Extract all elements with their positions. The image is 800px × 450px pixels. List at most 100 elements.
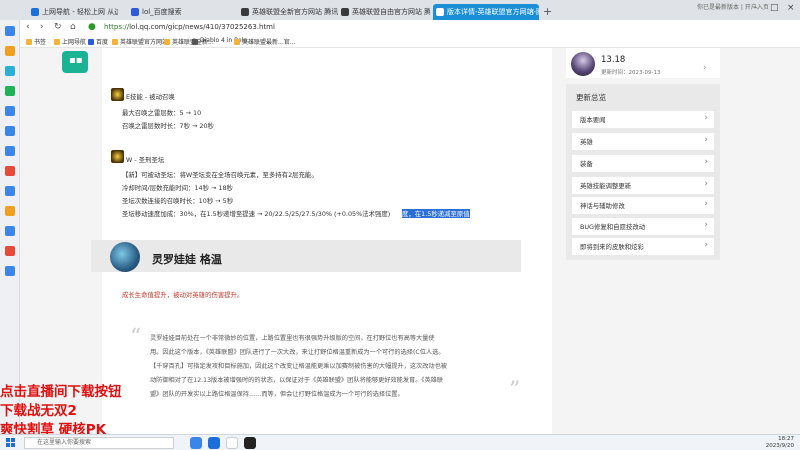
chevron-right-icon: › bbox=[704, 113, 708, 123]
close-window-icon[interactable]: × bbox=[787, 3, 795, 13]
video-icon[interactable] bbox=[5, 246, 15, 256]
bookmark-item[interactable]: 上网导航 bbox=[54, 37, 86, 46]
tab-lol-2[interactable]: 英雄联盟自由官方网站 腾讯游戏 bbox=[338, 4, 430, 20]
back-icon[interactable]: ‹ bbox=[26, 22, 30, 32]
home-icon[interactable]: ⌂ bbox=[70, 22, 76, 32]
chevron-right-icon: › bbox=[704, 199, 708, 209]
champion-avatar bbox=[110, 242, 140, 272]
chevron-right-icon: › bbox=[704, 240, 708, 250]
update-notice[interactable]: 你已是最新版本 | 开户入页 bbox=[697, 2, 769, 11]
chevron-right-icon: › bbox=[704, 220, 708, 230]
taskbar: 在这里输入你要搜索 18:27 2023/9/20 bbox=[0, 434, 800, 450]
update-item[interactable]: 版本要闻 › bbox=[572, 111, 714, 128]
quote-line: 灵罗娃娃目前处在一个非常微妙的位置，上路位置里也有很强势升级版的空间，在打野位也… bbox=[150, 335, 435, 342]
tab-label: lol_百度搜索 bbox=[142, 8, 182, 16]
skill-e-line: 最大召唤之雷层数：5 → 10 bbox=[122, 109, 202, 117]
refresh-icon[interactable]: ↻ bbox=[54, 22, 62, 32]
favorites-icon[interactable] bbox=[5, 26, 15, 36]
browser-logo-icon bbox=[31, 8, 39, 16]
update-item[interactable]: 即将到来的皮肤和炫彩 › bbox=[572, 238, 714, 255]
quote-line: 盟》团队的开发实以上路位格温保持……而等，但会让打野位格温成为一个可行的选择位置… bbox=[150, 391, 404, 398]
quote-close-icon: ” bbox=[509, 378, 521, 403]
mail-icon[interactable] bbox=[5, 106, 15, 116]
lock-icon: ● bbox=[88, 22, 96, 32]
skill-w-line: 冷却时间/层数充能时间：14秒 → 18秒 bbox=[122, 184, 233, 192]
diablo-icon bbox=[192, 39, 198, 45]
wechat-icon[interactable] bbox=[5, 86, 15, 96]
quote-open-icon: “ bbox=[130, 325, 142, 350]
browser-tab-bar: 上网导航 - 轻松上网 从这里开始 lol_百度搜索 英雄联盟全新官方网站 腾讯… bbox=[0, 0, 800, 20]
tab-label: 英雄联盟自由官方网站 腾讯游戏 bbox=[352, 8, 430, 16]
system-clock[interactable]: 18:27 2023/9/20 bbox=[748, 436, 794, 450]
note-icon[interactable] bbox=[5, 206, 15, 216]
update-item[interactable]: 英雄技能调整更新 › bbox=[572, 177, 714, 194]
close-icon[interactable]: × bbox=[528, 4, 535, 20]
skill-e-title: E技能 - 被动召唤 bbox=[126, 93, 175, 101]
chevron-right-icon[interactable]: › bbox=[703, 63, 707, 73]
version-number: 13.18 bbox=[601, 55, 626, 65]
game-icon[interactable] bbox=[5, 166, 15, 176]
update-item[interactable]: 装备 › bbox=[572, 155, 714, 172]
maximize-icon[interactable]: □ bbox=[770, 3, 779, 13]
selected-text[interactable]: 度，在1.5秒递减至原值 bbox=[402, 209, 470, 218]
search-icon[interactable] bbox=[5, 266, 15, 276]
skill-w-line: 【新】可被动圣坛：将W圣坛变在全场召唤元素，至多持有2层充能。 bbox=[122, 171, 318, 179]
screenshot-icon[interactable] bbox=[5, 226, 15, 236]
promo-overlay-line: 下载战无双2 bbox=[0, 403, 77, 419]
skill-w-title: W - 圣刑圣坛 bbox=[126, 156, 165, 164]
bookmark-item[interactable]: 英雄联盟最新...官... bbox=[234, 37, 295, 46]
screen: 上网导航 - 轻松上网 从这里开始 lol_百度搜索 英雄联盟全新官方网站 腾讯… bbox=[0, 0, 800, 450]
chrome-icon[interactable] bbox=[226, 437, 238, 449]
browser-app-icon[interactable] bbox=[208, 437, 220, 449]
url-text: lol.qq.com/gicp/news/410/37025263.html bbox=[129, 23, 275, 31]
url-scheme: https:// bbox=[104, 23, 130, 31]
history-icon[interactable] bbox=[5, 46, 15, 56]
minimize-icon[interactable]: – bbox=[753, 3, 758, 13]
download-icon[interactable] bbox=[5, 66, 15, 76]
chevron-right-icon: › bbox=[704, 157, 708, 167]
new-tab-button[interactable]: + bbox=[543, 5, 552, 18]
skill-e-line: 召唤之雷层数时长：7秒 → 20秒 bbox=[122, 122, 214, 130]
browser-sidebar bbox=[0, 20, 20, 434]
task-view-icon[interactable] bbox=[190, 437, 202, 449]
tab-patch-notes[interactable]: 版本详情-英雄联盟官方网站-腾讯游戏 × bbox=[433, 4, 539, 20]
star-icon bbox=[26, 39, 32, 45]
tab-home[interactable]: 上网导航 - 轻松上网 从这里开始 bbox=[28, 4, 118, 20]
cloud-icon[interactable] bbox=[5, 146, 15, 156]
champion-name: 灵罗娃娃 格温 bbox=[152, 253, 222, 266]
chat-float-button[interactable]: ▪▪ bbox=[62, 51, 88, 73]
lol-icon bbox=[436, 8, 444, 16]
taskbar-search-input[interactable]: 在这里输入你要搜索 bbox=[24, 437, 174, 449]
skill-w-line: 圣坛移动速度加成：30%，在1.5秒递增至提速 → 20/22.5/25/27.… bbox=[122, 210, 391, 218]
tab-label: 英雄联盟全新官方网站 腾讯游戏 bbox=[252, 8, 338, 16]
tab-baidu[interactable]: lol_百度搜索 bbox=[128, 4, 228, 20]
promo-overlay-line: 点击直播间下载按钮 bbox=[0, 384, 122, 400]
tab-label: 上网导航 - 轻松上网 从这里开始 bbox=[42, 8, 118, 16]
version-date: 更新时间：2023-09-13 bbox=[601, 70, 661, 76]
address-bar: ‹ › ↻ ⌂ ● https://lol.qq.com/gicp/news/4… bbox=[0, 20, 800, 36]
quote-line: 【千穿百孔】可指定发攻和目标施加，因此这个改变让格温能更乘以加赛制被伤害的大幅提… bbox=[150, 363, 447, 370]
tool-icon[interactable] bbox=[5, 126, 15, 136]
chevron-right-icon: › bbox=[704, 135, 708, 145]
update-item[interactable]: 神话与辅助修改 › bbox=[572, 197, 714, 214]
tab-lol-1[interactable]: 英雄联盟全新官方网站 腾讯游戏 bbox=[238, 4, 338, 20]
bookmark-item[interactable]: 百度 bbox=[88, 37, 108, 46]
url-field[interactable]: https://lol.qq.com/gicp/news/410/3702526… bbox=[104, 23, 275, 31]
quote-line: 动防御相对了在12.13版本被增强时的的状态，以保证对于《英雄联盟》团队将能够更… bbox=[150, 377, 444, 384]
skill-e-icon bbox=[111, 88, 124, 101]
bookmark-bar: 书签 上网导航 百度 英雄联盟官方网站 英雄联盟全新... Diablo 4 i… bbox=[20, 36, 800, 48]
champion-summary: 成长生命值提升，被动对英雄的伤害提升。 bbox=[122, 291, 244, 299]
forward-icon[interactable]: › bbox=[40, 22, 44, 32]
update-item[interactable]: 英雄 › bbox=[572, 133, 714, 150]
baidu-icon bbox=[131, 8, 139, 16]
lol-icon bbox=[164, 39, 170, 45]
translate-icon[interactable] bbox=[5, 186, 15, 196]
bookmark-item[interactable]: 英雄联盟官方网站 bbox=[112, 37, 168, 46]
lol-icon bbox=[112, 39, 118, 45]
tab-label: 版本详情-英雄联盟官方网站-腾讯游戏 bbox=[447, 8, 539, 16]
windows-start-icon[interactable] bbox=[6, 438, 16, 448]
chat-icon: ▪▪ bbox=[69, 55, 83, 66]
update-item[interactable]: BUG修复和自愿技改动 › bbox=[572, 218, 714, 235]
bookmark-item[interactable]: 书签 bbox=[26, 37, 46, 46]
game-launcher-icon[interactable] bbox=[244, 437, 256, 449]
